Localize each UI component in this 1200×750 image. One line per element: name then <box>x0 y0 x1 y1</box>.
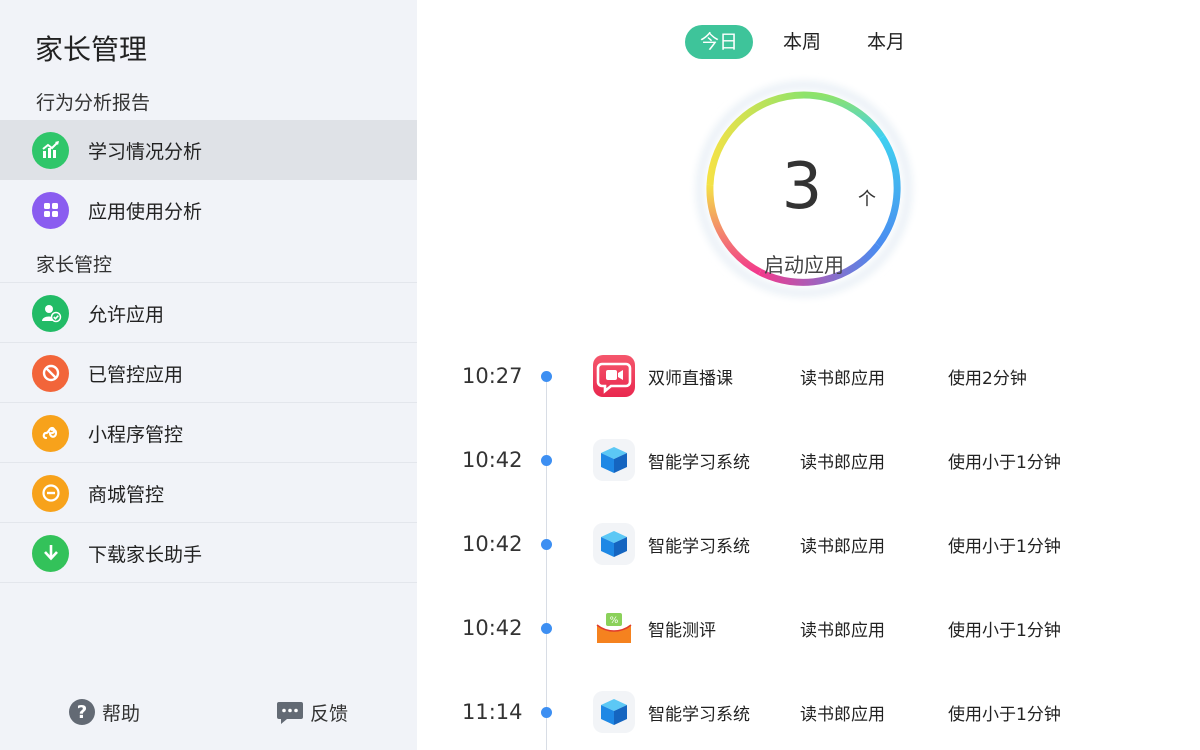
sidebar-item-study-analysis[interactable]: 学习情况分析 <box>0 120 417 180</box>
record-app-name: 智能学习系统 <box>648 536 750 557</box>
timeline-dot <box>541 538 552 550</box>
record-duration: 使用小于1分钟 <box>948 536 1061 557</box>
table-row[interactable]: 11:14 智能学习系统 读书郎应用 使用小于1分钟 <box>417 670 1200 750</box>
sidebar-item-blocked-apps[interactable]: 已管控应用 <box>0 343 417 403</box>
record-time: 10:42 <box>462 532 523 556</box>
period-tabs: 今日 本周 本月 <box>685 25 920 59</box>
launch-count: 3 <box>781 150 823 224</box>
sidebar-item-app-usage[interactable]: 应用使用分析 <box>0 180 417 240</box>
grid-icon <box>32 191 69 229</box>
record-source: 读书郎应用 <box>800 368 885 389</box>
record-time: 10:42 <box>462 448 523 472</box>
chart-icon <box>32 131 69 169</box>
record-time: 10:27 <box>462 364 523 388</box>
record-duration: 使用小于1分钟 <box>948 704 1061 725</box>
minus-icon <box>32 474 69 512</box>
tab-week[interactable]: 本周 <box>768 25 836 59</box>
sidebar-item-download-assistant[interactable]: 下载家长助手 <box>0 523 417 583</box>
sidebar-item-label: 商城管控 <box>88 483 165 506</box>
sidebar-item-mini-program[interactable]: 小程序管控 <box>0 403 417 463</box>
launch-caption: 启动应用 <box>764 253 844 277</box>
section-label-behavior: 行为分析报告 <box>36 92 151 114</box>
sidebar-item-allowed-apps[interactable]: 允许应用 <box>0 283 417 343</box>
chat-bubble-icon <box>276 698 304 726</box>
video-chat-icon <box>593 355 635 397</box>
table-row[interactable]: 10:42 智能学习系统 读书郎应用 使用小于1分钟 <box>417 502 1200 586</box>
help-icon: ? <box>68 698 96 726</box>
tab-today[interactable]: 今日 <box>685 25 754 59</box>
download-icon <box>32 534 69 572</box>
cube-icon <box>593 691 635 733</box>
svg-text:%: % <box>610 616 619 626</box>
tab-month[interactable]: 本月 <box>852 25 920 59</box>
launch-count-unit: 个 <box>858 189 876 210</box>
feedback-button[interactable]: 反馈 <box>276 698 348 726</box>
record-app-name: 智能学习系统 <box>648 704 750 725</box>
record-duration: 使用小于1分钟 <box>948 452 1061 473</box>
cube-icon <box>593 523 635 565</box>
table-row[interactable]: 10:27 双师直播课 读书郎应用 使用2分钟 <box>417 334 1200 418</box>
block-icon <box>32 354 69 392</box>
timeline-dot <box>541 622 552 634</box>
record-app-name: 智能学习系统 <box>648 452 750 473</box>
table-row[interactable]: 10:42 % 智能测评 读书郎应用 使用小于1分钟 <box>417 586 1200 670</box>
record-app-name: 双师直播课 <box>648 368 733 389</box>
page-title: 家长管理 <box>35 33 148 66</box>
help-button[interactable]: ? 帮助 <box>68 698 140 726</box>
record-duration: 使用2分钟 <box>948 368 1027 389</box>
user-check-icon <box>32 294 69 332</box>
timeline-dot <box>541 454 552 466</box>
sidebar-item-label: 应用使用分析 <box>88 200 203 223</box>
svg-text:?: ? <box>77 702 87 723</box>
section-label-control: 家长管控 <box>36 254 113 276</box>
record-source: 读书郎应用 <box>800 536 885 557</box>
launch-summary-ring: 3 个 启动应用 <box>688 73 920 305</box>
divider <box>0 582 417 583</box>
record-source: 读书郎应用 <box>800 704 885 725</box>
sidebar-item-label: 下载家长助手 <box>88 543 203 566</box>
record-source: 读书郎应用 <box>800 620 885 641</box>
table-row[interactable]: 10:42 智能学习系统 读书郎应用 使用小于1分钟 <box>417 418 1200 502</box>
sidebar-item-label: 小程序管控 <box>88 423 184 446</box>
mini-program-icon <box>32 414 69 452</box>
help-label: 帮助 <box>102 702 141 725</box>
sidebar-item-store[interactable]: 商城管控 <box>0 463 417 523</box>
timeline-dot <box>541 370 552 382</box>
feedback-label: 反馈 <box>310 702 349 725</box>
assessment-icon: % <box>593 607 635 649</box>
sidebar-item-label: 允许应用 <box>88 303 165 326</box>
record-time: 11:14 <box>462 700 523 724</box>
sidebar-item-label: 学习情况分析 <box>88 140 203 163</box>
record-duration: 使用小于1分钟 <box>948 620 1061 641</box>
record-source: 读书郎应用 <box>800 452 885 473</box>
record-time: 10:42 <box>462 616 523 640</box>
record-app-name: 智能测评 <box>648 620 716 641</box>
main-panel: 今日 本周 本月 3 个 启动应用 10:27 双师直播课 读书郎应用 使用2分… <box>417 0 1200 750</box>
cube-icon <box>593 439 635 481</box>
sidebar: 家长管理 行为分析报告 学习情况分析 应用使用分析 家长管控 允许应用 已管控应… <box>0 0 417 750</box>
timeline-dot <box>541 706 552 718</box>
sidebar-item-label: 已管控应用 <box>88 363 184 386</box>
